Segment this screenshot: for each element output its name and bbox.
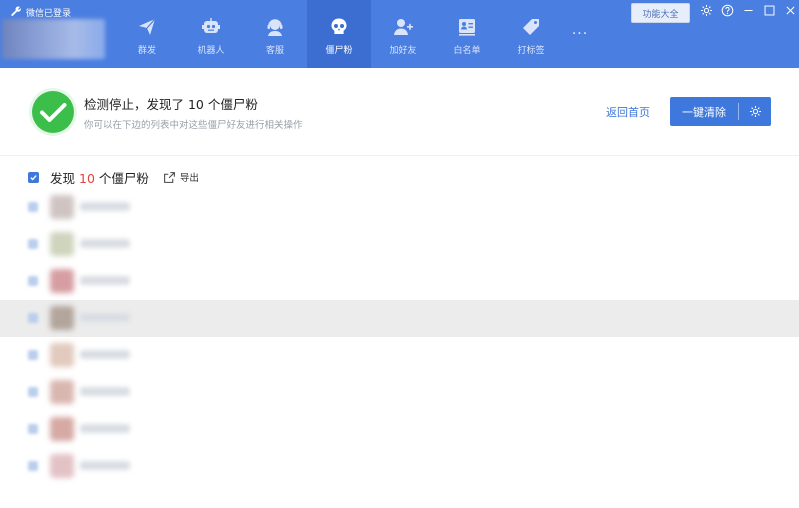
tab-label: 机器人 bbox=[197, 46, 225, 56]
tab-label: 白名单 bbox=[453, 46, 481, 56]
login-status-text: 微信已登录 bbox=[26, 8, 72, 19]
features-button[interactable]: 功能大全 bbox=[631, 3, 690, 23]
account-avatar-blurred[interactable] bbox=[2, 19, 105, 59]
add-friend-icon bbox=[394, 19, 413, 35]
list-item[interactable] bbox=[20, 264, 148, 298]
list-item[interactable] bbox=[20, 338, 148, 372]
wrench-icon bbox=[11, 6, 21, 16]
close-icon[interactable] bbox=[783, 3, 798, 18]
tab-label: 加好友 bbox=[389, 46, 417, 56]
tab-label: 僵尸粉 bbox=[325, 46, 353, 56]
export-button[interactable]: 导出 bbox=[163, 170, 199, 184]
list-header: 发现 10 个僵尸粉 导出 bbox=[28, 166, 199, 188]
zombie-friend-list bbox=[20, 190, 150, 490]
clear-all-button[interactable]: 一键清除 bbox=[670, 97, 771, 126]
tab-zombie-fans[interactable]: 僵尸粉 bbox=[307, 0, 371, 68]
tab-whitelist[interactable]: 白名单 bbox=[435, 0, 499, 68]
tab-label: 群发 bbox=[137, 46, 156, 56]
tag-icon bbox=[523, 19, 539, 35]
result-subtitle: 你可以在下边的列表中对这些僵尸好友进行相关操作 bbox=[84, 120, 303, 131]
tab-customer-service[interactable]: 客服 bbox=[243, 0, 307, 68]
select-all-checkbox[interactable] bbox=[28, 171, 39, 183]
skull-icon bbox=[331, 18, 347, 34]
minimize-icon[interactable] bbox=[741, 3, 756, 18]
window-controls bbox=[699, 3, 798, 19]
maximize-icon[interactable] bbox=[762, 3, 777, 18]
tab-robot[interactable]: 机器人 bbox=[179, 0, 243, 68]
list-item[interactable] bbox=[20, 375, 148, 409]
found-count-text: 发现 10 个僵尸粉 bbox=[50, 168, 149, 187]
headset-icon bbox=[267, 19, 283, 36]
export-icon bbox=[164, 171, 175, 183]
success-check-icon bbox=[29, 88, 77, 136]
top-navigation-bar: 微信已登录 群发 机器人 客服 僵尸粉 加好友 白名单 打标签 ··· 功能大全 bbox=[0, 0, 799, 68]
back-home-link[interactable]: 返回首页 bbox=[606, 104, 650, 120]
clear-all-label: 一键清除 bbox=[682, 105, 726, 119]
export-label: 导出 bbox=[179, 173, 199, 184]
robot-icon bbox=[202, 18, 220, 33]
login-status: 微信已登录 bbox=[10, 5, 71, 19]
found-prefix: 发现 bbox=[50, 170, 76, 186]
tab-add-friend[interactable]: 加好友 bbox=[371, 0, 435, 68]
list-item[interactable] bbox=[20, 301, 148, 335]
found-suffix: 个僵尸粉 bbox=[98, 170, 149, 186]
whitelist-icon bbox=[459, 19, 475, 36]
tab-tag[interactable]: 打标签 bbox=[499, 0, 563, 68]
list-item[interactable] bbox=[20, 412, 148, 446]
send-icon bbox=[139, 18, 156, 35]
tab-mass-send[interactable]: 群发 bbox=[115, 0, 179, 68]
tab-label: 打标签 bbox=[517, 46, 545, 56]
result-title: 检测停止，发现了 10 个僵尸粉 bbox=[84, 97, 258, 112]
clear-settings-icon[interactable] bbox=[739, 105, 771, 118]
list-item[interactable] bbox=[20, 190, 148, 224]
list-item[interactable] bbox=[20, 449, 148, 483]
main-tabs: 群发 机器人 客服 僵尸粉 加好友 白名单 打标签 ··· bbox=[115, 0, 597, 68]
list-item[interactable] bbox=[20, 227, 148, 261]
app-window: 微信已登录 群发 机器人 客服 僵尸粉 加好友 白名单 打标签 ··· 功能大全… bbox=[0, 0, 799, 508]
detection-result-panel: 检测停止，发现了 10 个僵尸粉 你可以在下边的列表中对这些僵尸好友进行相关操作… bbox=[0, 68, 799, 156]
tab-label: 客服 bbox=[265, 46, 284, 56]
more-icon[interactable]: ··· bbox=[563, 0, 597, 68]
found-count: 10 bbox=[79, 170, 95, 186]
help-icon[interactable] bbox=[720, 3, 735, 18]
settings-icon[interactable] bbox=[699, 3, 714, 18]
